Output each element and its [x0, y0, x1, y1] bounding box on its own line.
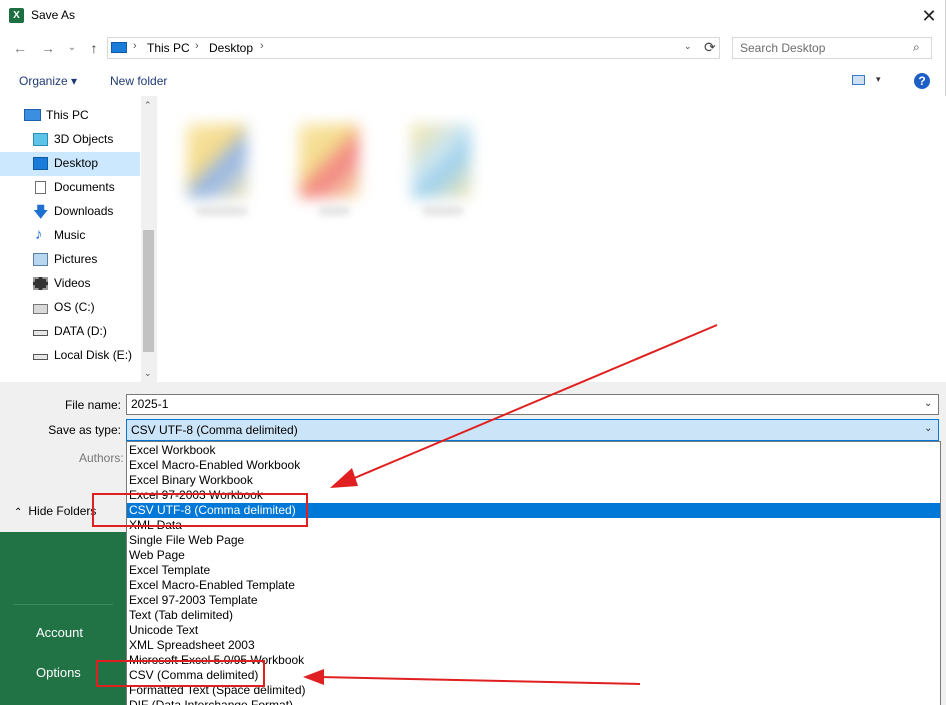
annotation-arrow-line	[319, 676, 641, 685]
annotation-arrowhead	[330, 468, 358, 488]
annotation-arrowhead	[303, 669, 324, 685]
annotation-arrow-line	[344, 324, 718, 483]
annotation-arrows	[303, 324, 718, 685]
